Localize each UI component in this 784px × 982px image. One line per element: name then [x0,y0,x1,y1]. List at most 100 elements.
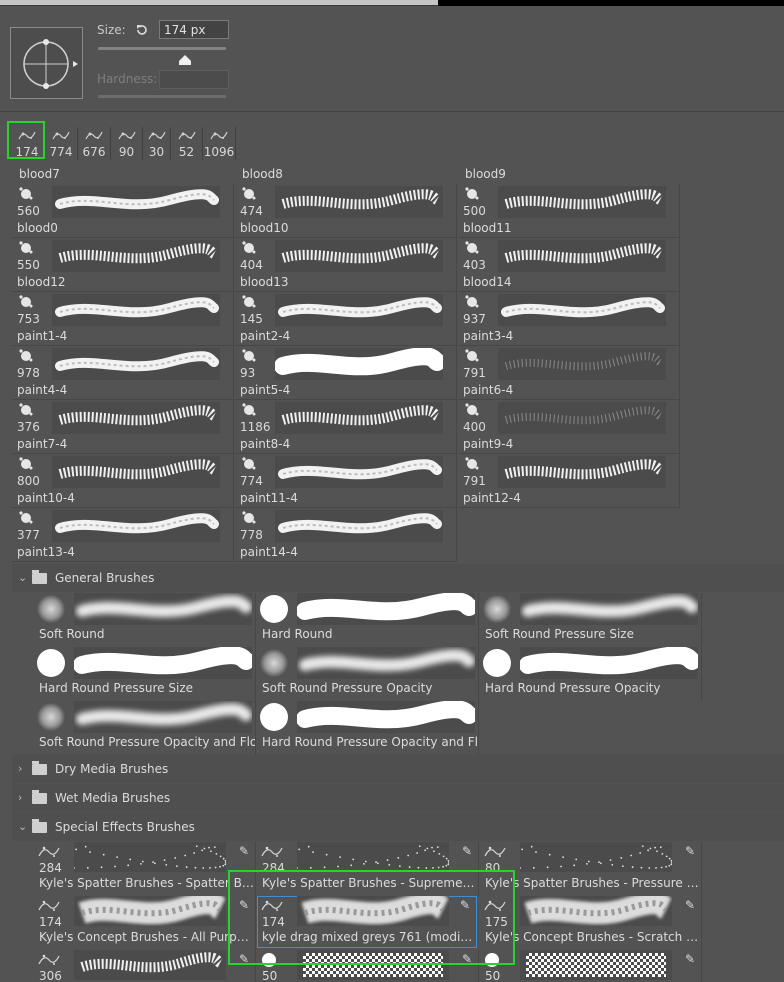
folder-wet-media-brushes[interactable]: › Wet Media Brushes [12,784,784,812]
brush-item[interactable]: 791 paint12-4 [458,454,680,508]
chevron-down-icon[interactable]: ⌄ [18,571,27,584]
hardness-input[interactable] [159,70,229,89]
brush-item[interactable]: 800 paint10-4 [12,454,234,508]
brush-tip-icon [464,240,480,260]
paintbrush-icon: ✎ [238,844,249,858]
reset-icon[interactable] [135,22,149,41]
brush-stroke-preview [52,456,220,488]
brush-size: 500 [463,204,486,218]
brush-name: blood13 [240,275,289,289]
brush-item[interactable]: 376 paint7-4 [12,400,234,454]
brush-stroke-preview [52,510,220,542]
hardness-slider-track[interactable] [98,95,226,98]
brush-item[interactable]: 778 paint14-4 [235,508,457,562]
general-brush-item[interactable]: Hard Round Pressure Opacity and Fl... [257,700,479,755]
brush-name[interactable]: blood7 [19,167,60,181]
brush-name: paint1-4 [17,329,68,343]
brush-item[interactable]: 400 paint9-4 [458,400,680,454]
special-brush-item[interactable]: ✎ 306 [34,950,256,982]
brush-name: Kyle's Concept Brushes - Scratch Blend [485,930,701,944]
brush-angle-preview[interactable] [10,27,83,99]
brush-item[interactable]: 774 paint11-4 [235,454,457,508]
recent-brush[interactable]: 52 [171,127,203,160]
brush-item[interactable]: 753 paint1-4 [12,292,234,346]
recent-brush[interactable]: 1096 [203,127,236,160]
brush-stroke-preview [520,950,672,980]
folder-icon [32,790,47,804]
chevron-down-icon[interactable]: ⌄ [18,820,27,833]
brush-name: paint7-4 [17,437,68,451]
brush-item[interactable]: 500 blood11 [458,184,680,238]
brush-item[interactable]: 978 paint4-4 [12,346,234,400]
brush-item[interactable]: 145 paint2-4 [235,292,457,346]
recent-brush[interactable]: 676 [78,127,111,160]
brush-item[interactable]: 937 paint3-4 [458,292,680,346]
brush-size: 791 [463,366,486,380]
brush-tip-icon [37,703,65,731]
general-brush-item[interactable]: Soft Round Pressure Opacity [257,647,479,701]
brush-tip-icon [18,240,34,260]
paintbrush-icon: ✎ [684,844,695,858]
chevron-right-icon[interactable]: › [18,762,22,775]
brush-tip-icon [241,294,257,314]
special-brush-item[interactable]: ✎ 284 Kyle's Spatter Brushes - Spatter Bot… [34,842,256,896]
partial-row: blood7 blood8 blood9 [12,163,680,181]
recent-brush[interactable]: 774 [45,127,78,160]
paintbrush-icon: ✎ [684,898,695,912]
brush-item[interactable]: 560 blood0 [12,184,234,238]
brush-tip-icon [464,402,480,422]
brush-stroke-preview [519,842,673,872]
brush-name[interactable]: blood9 [465,167,506,181]
brush-size: 50 [485,969,501,982]
special-selection-highlight [228,870,515,965]
folder-dry-media-brushes[interactable]: › Dry Media Brushes [12,755,784,783]
brush-name[interactable]: blood8 [242,167,283,181]
brush-stroke-preview [52,348,220,380]
special-brush-item[interactable]: ✎ 174 Kyle's Concept Brushes - All Purpose… [34,892,256,950]
recent-brush[interactable]: 90 [111,127,143,160]
brush-item[interactable]: 550 blood12 [12,238,234,292]
brush-stroke-preview [296,700,478,733]
recent-brush[interactable]: 30 [143,127,171,160]
general-brush-item[interactable]: Soft Round [34,593,256,647]
general-brush-item[interactable]: Soft Round Pressure Size [480,593,702,647]
brush-item[interactable]: 474 blood10 [235,184,457,238]
general-brush-item[interactable]: Hard Round Pressure Size [34,646,256,701]
brush-tip-icon [18,510,34,530]
brush-stroke-preview [74,701,252,733]
brush-size: 403 [463,258,486,272]
size-input[interactable]: 174 px [159,20,229,39]
brush-size: 404 [240,258,263,272]
brush-item[interactable]: 403 blood14 [458,238,680,292]
brush-tip-icon [18,294,34,314]
folder-icon [32,761,47,775]
brush-item[interactable]: 791 paint6-4 [458,346,680,400]
brush-name: blood10 [240,221,289,235]
brush-name: Soft Round Pressure Size [485,627,634,641]
brush-stroke-preview [520,593,698,625]
general-brush-item[interactable]: Soft Round Pressure Opacity and Flow [34,701,256,755]
brush-name: Hard Round Pressure Opacity and Fl... [262,735,478,749]
brush-item[interactable]: 377 paint13-4 [12,508,234,562]
folder-general-brushes[interactable]: ⌄ General Brushes [12,564,784,592]
brush-size: 50 [262,969,278,982]
general-brush-item[interactable]: Hard Round Pressure Opacity [480,646,702,701]
brush-stroke-preview [52,402,220,434]
brush-stroke-preview [498,294,666,326]
brush-item[interactable]: 404 blood13 [235,238,457,292]
general-brush-item[interactable]: Hard Round [257,592,479,647]
size-slider-track[interactable] [98,47,226,50]
brush-name: Kyle's Concept Brushes - All Purpose... [39,930,255,944]
size-slider-thumb[interactable] [179,51,191,70]
brush-stroke-preview [520,892,674,926]
folder-special-effects-brushes[interactable]: ⌄ Special Effects Brushes [12,813,784,841]
chevron-right-icon[interactable]: › [18,791,22,804]
brush-name: paint4-4 [17,383,68,397]
brush-item[interactable]: 1186 paint8-4 [235,400,457,454]
brush-item[interactable]: 93 paint5-4 [235,346,457,400]
brush-stroke-preview [73,646,255,679]
brush-size: 778 [240,528,263,542]
brush-tip-icon [241,510,257,530]
brush-name: paint3-4 [463,329,514,343]
brush-size: 93 [240,366,256,380]
